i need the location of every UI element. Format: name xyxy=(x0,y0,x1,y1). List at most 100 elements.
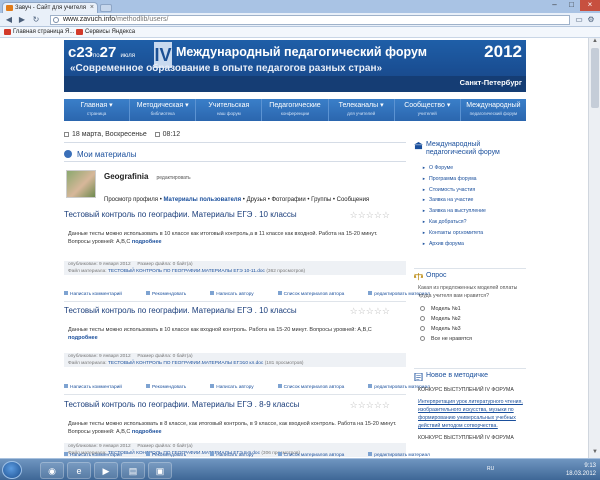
bookmark-yandex-home[interactable]: Главная страница Я... xyxy=(4,27,74,37)
scroll-down-icon[interactable]: ▼ xyxy=(592,449,598,455)
write-author-action[interactable]: Написать автору xyxy=(210,291,265,297)
more-link[interactable]: подробнее xyxy=(132,239,162,245)
ie-taskbar-icon[interactable]: e xyxy=(67,462,91,479)
edit-profile-link[interactable]: редактировать xyxy=(156,175,190,181)
file-prefix: Файл материала: xyxy=(68,269,107,274)
action-label: Написать автору xyxy=(216,385,254,390)
forum-link[interactable]: Заявка на участие xyxy=(428,195,526,206)
mail-icon xyxy=(210,291,215,295)
scrollbar-thumb[interactable] xyxy=(591,48,599,108)
forward-icon[interactable]: ▶ xyxy=(17,15,27,25)
wrench-icon[interactable]: ⚙ xyxy=(586,15,596,25)
new-tab-button[interactable] xyxy=(100,4,112,12)
forum-link[interactable]: Архив форума xyxy=(428,239,526,250)
poll-option-label: Модель №1 xyxy=(431,306,461,312)
url-input[interactable]: www.zavuch.info/methodlib/users/ xyxy=(50,15,570,25)
browser-tab[interactable]: Завуч - Сайт для учителя × xyxy=(2,2,98,13)
profile-nav: Просмотр профиля • Материалы пользовател… xyxy=(104,197,370,203)
rating-stars[interactable]: ☆☆☆☆☆ xyxy=(350,306,390,317)
reload-icon[interactable]: ↻ xyxy=(31,15,41,25)
radio-button[interactable] xyxy=(420,326,425,331)
desc-text: Данные тесты можно использовать в 8 клас… xyxy=(68,421,397,435)
menu-item-home[interactable]: Главная ▾ страница xyxy=(64,99,131,121)
news-link[interactable]: Интерпретация урок литературного чтения,… xyxy=(418,398,526,430)
poll-option[interactable]: Модель №1 xyxy=(414,304,526,314)
more-link[interactable]: подробнее xyxy=(132,429,162,435)
menu-sub: конференции xyxy=(280,111,310,116)
menu-item-conferences[interactable]: Педагогические конференции xyxy=(262,99,329,121)
mail-icon xyxy=(210,452,215,456)
comment-action[interactable]: Написать комментарий xyxy=(64,291,134,297)
comment-action[interactable]: Написать комментарий xyxy=(64,384,134,390)
news-category: КОНКУРС ВЫСТУПЛЕНИЙ IV ФОРУМА xyxy=(418,435,514,441)
poll-box: Опрос Какая из предложенных моделей опла… xyxy=(414,268,526,344)
profile-view-link[interactable]: Просмотр профиля xyxy=(104,197,158,203)
menu-item-community[interactable]: Сообщество ▾ учителей xyxy=(395,99,461,121)
scroll-up-icon[interactable]: ▲ xyxy=(592,38,598,44)
forum-link[interactable]: Контакты орг.комитета xyxy=(428,228,526,239)
recommend-icon xyxy=(145,291,150,295)
radio-button[interactable] xyxy=(420,306,425,311)
recommend-action[interactable]: Рекомендовать xyxy=(145,384,198,390)
file-size: Размер файла: 0 байт(а) xyxy=(137,354,193,359)
radio-button[interactable] xyxy=(420,336,425,341)
forum-banner[interactable]: с23по27 июля IV Международный педагогиче… xyxy=(64,40,526,92)
author-list-action[interactable]: Список материалов автора xyxy=(277,291,357,297)
menu-item-intl-forum[interactable]: Международный педагогический форум xyxy=(461,99,526,121)
poll-option[interactable]: Модель №3 xyxy=(414,324,526,334)
forum-link[interactable]: Заявка на выступление xyxy=(428,206,526,217)
rating-stars[interactable]: ☆☆☆☆☆ xyxy=(350,400,390,411)
user-materials-link[interactable]: Материалы пользователя xyxy=(163,197,241,203)
page-menu-icon[interactable]: ▭ xyxy=(574,15,584,25)
user-name: Geografinia редактировать xyxy=(104,172,191,181)
file-link[interactable]: ТЕСТОВЫЙ КОНТРОЛЬ ПО ГЕОГРАФИИ.МАТЕРИАЛЫ… xyxy=(108,269,265,274)
chrome-taskbar-icon[interactable]: ◉ xyxy=(40,462,64,479)
section-title[interactable]: Мои материалы xyxy=(64,150,136,159)
forum-links: О Форуме Программа форума Стоимость учас… xyxy=(414,163,526,249)
forum-link[interactable]: Программа форума xyxy=(428,174,526,185)
language-indicator[interactable]: RU xyxy=(487,466,494,472)
menu-item-tv[interactable]: Телеканалы ▾ для учителей xyxy=(329,99,395,121)
poll-option[interactable]: Все не нравятся xyxy=(414,334,526,344)
avatar[interactable] xyxy=(66,170,96,198)
poll-option[interactable]: Модель №2 xyxy=(414,314,526,324)
bookmark-yandex-services[interactable]: Сервисы Яндекса xyxy=(76,27,135,37)
news-title[interactable]: Новое в методичке xyxy=(414,372,526,381)
minimize-icon[interactable]: – xyxy=(546,0,563,11)
close-window-icon[interactable]: × xyxy=(580,0,600,11)
menu-label: Телеканалы xyxy=(338,102,379,109)
close-tab-icon[interactable]: × xyxy=(90,3,94,13)
bookmark-label: Сервисы Яндекса xyxy=(85,29,136,35)
user-name-label[interactable]: Geografinia xyxy=(104,172,148,181)
forum-box-title[interactable]: Международный педагогический форум xyxy=(414,141,526,157)
recommend-icon xyxy=(145,452,150,456)
back-icon[interactable]: ◀ xyxy=(4,15,14,25)
action-label: Список материалов автора xyxy=(283,292,345,297)
explorer-taskbar-icon[interactable]: ▤ xyxy=(121,462,145,479)
banner-stripe xyxy=(64,76,526,92)
forum-link[interactable]: Как добраться? xyxy=(428,217,526,228)
forum-link[interactable]: О Форуме xyxy=(428,163,526,174)
file-link[interactable]: ТЕСТОВЫЙ КОНТРОЛЬ ПО ГЕОГРАФИИ.МАТЕРИАЛЫ… xyxy=(108,361,263,366)
write-author-action[interactable]: Написать автору xyxy=(210,384,265,390)
recommend-action[interactable]: Рекомендовать xyxy=(145,291,198,297)
clock[interactable]: 9:13 18.03.2012 xyxy=(566,462,596,478)
media-taskbar-icon[interactable]: ▶ xyxy=(94,462,118,479)
menu-item-forum[interactable]: Учительская наш форум xyxy=(196,99,263,121)
profile-nav-rest[interactable]: • Друзья • Фотографии • Группы • Сообщен… xyxy=(243,197,369,203)
maximize-icon[interactable]: □ xyxy=(563,0,580,11)
menu-item-library[interactable]: Методическая ▾ библиотека xyxy=(130,99,197,121)
start-button[interactable] xyxy=(2,461,22,479)
rating-stars[interactable]: ☆☆☆☆☆ xyxy=(350,210,390,221)
radio-button[interactable] xyxy=(420,316,425,321)
scrollbar[interactable]: ▲ ▼ xyxy=(588,38,600,458)
section-title-label: Мои материалы xyxy=(77,150,137,159)
divider xyxy=(64,142,406,143)
forum-link[interactable]: Стоимость участия xyxy=(428,185,526,196)
menu-sub: педагогический форум xyxy=(469,111,518,116)
more-link[interactable]: подробнее xyxy=(68,335,98,341)
published-date: опубликован: 9 января 2012 xyxy=(68,354,131,359)
desc-text: Данные тесты можно использовать в 10 кла… xyxy=(68,231,378,245)
author-list-action[interactable]: Список материалов автора xyxy=(277,384,357,390)
office-taskbar-icon[interactable]: ▣ xyxy=(148,462,172,479)
